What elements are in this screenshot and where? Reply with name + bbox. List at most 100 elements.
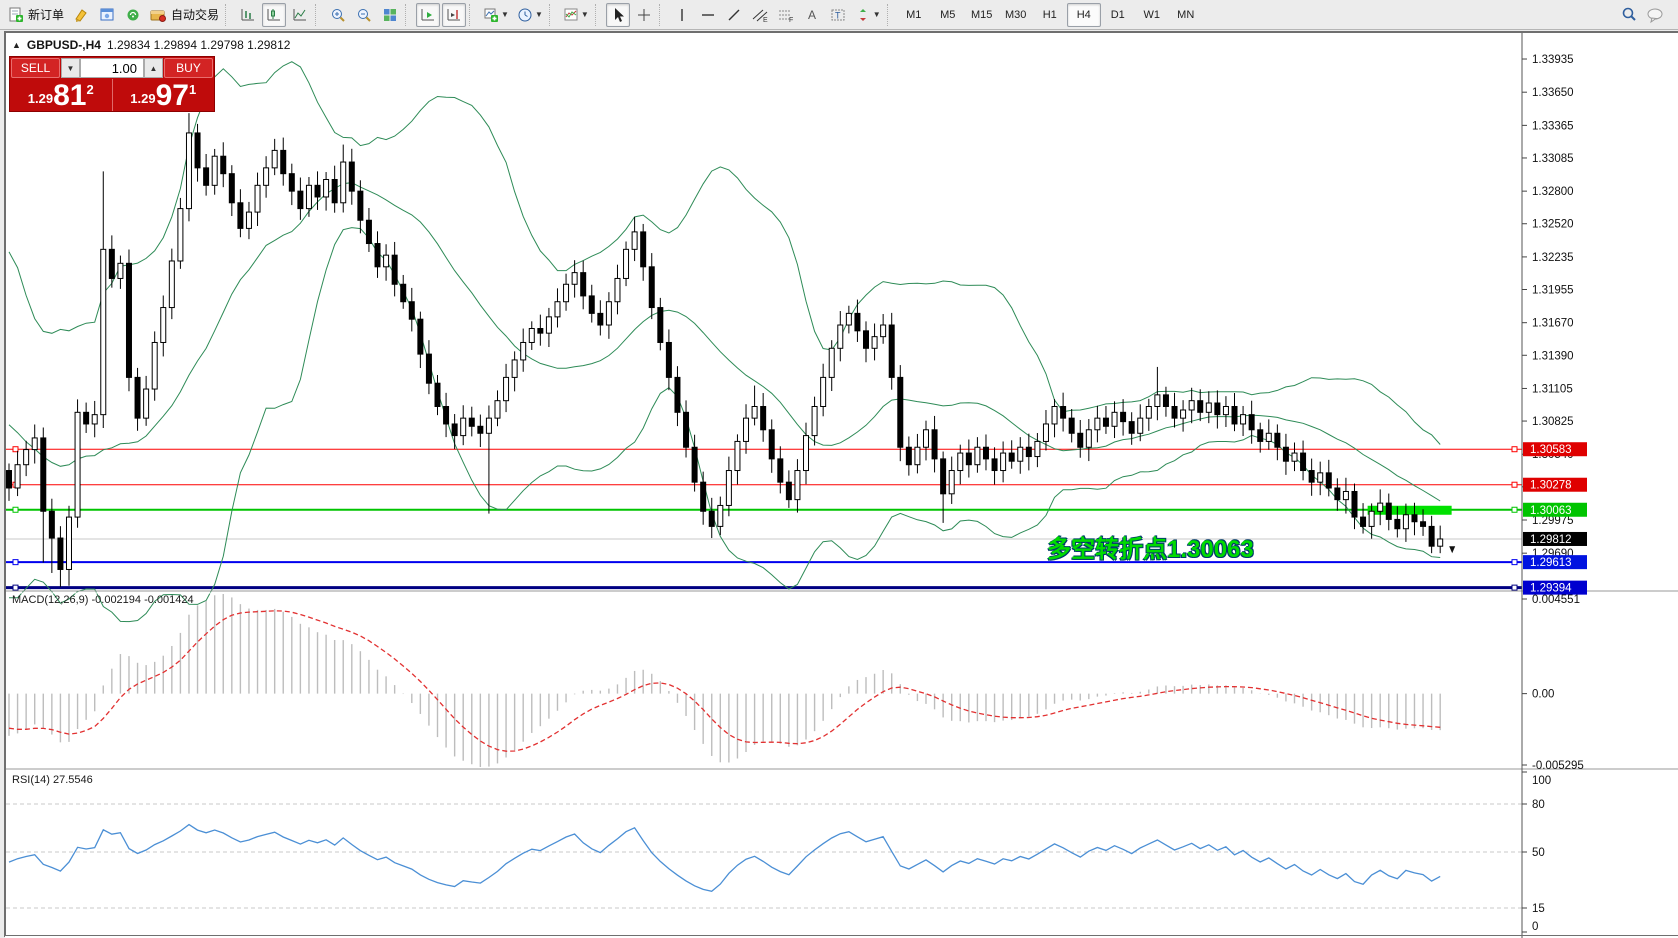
cursor-button[interactable] <box>606 3 630 27</box>
new-chart-button[interactable]: ▼ <box>480 3 512 27</box>
macd-axis-zero: 0.00 <box>1532 689 1554 701</box>
candlestick <box>298 191 303 208</box>
label-button[interactable]: T <box>826 3 850 27</box>
sell-button[interactable]: SELL <box>11 58 60 78</box>
hline-badge-label: 1.30583 <box>1530 444 1572 456</box>
chart-window: 1.339351.336501.333651.330851.328001.325… <box>4 31 1678 937</box>
candlestick <box>324 180 329 197</box>
market-window-button[interactable] <box>95 3 119 27</box>
candlestick <box>306 185 311 208</box>
volume-increase-button[interactable]: ▲ <box>144 58 163 78</box>
text-icon: A <box>805 7 819 23</box>
autotrading-label: 自动交易 <box>171 6 219 23</box>
bar-chart-button[interactable] <box>236 3 260 27</box>
candlestick <box>1301 453 1306 470</box>
rsi-axis-label: 100 <box>1532 775 1551 787</box>
fibonacci-button[interactable]: F <box>774 3 798 27</box>
chevron-down-icon: ▼ <box>535 10 543 19</box>
price-tick-label: 1.30825 <box>1532 416 1574 428</box>
price-tick-label: 1.31105 <box>1532 383 1573 395</box>
candlestick <box>872 337 877 349</box>
fibonacci-icon: F <box>777 7 795 23</box>
buy-price[interactable]: 1.29 97 1 <box>113 79 215 111</box>
rsi-axis-label: 80 <box>1532 799 1545 811</box>
candlestick-chart-button[interactable] <box>262 3 286 27</box>
new-order-button[interactable]: 新订单 <box>5 3 67 27</box>
candlestick <box>1095 418 1100 430</box>
shapes-arrows-icon <box>855 7 871 23</box>
candlestick <box>1223 407 1228 415</box>
sell-price[interactable]: 1.29 81 2 <box>10 79 113 111</box>
autoscroll-button[interactable] <box>416 3 440 27</box>
candlestick <box>461 418 466 435</box>
vertical-line-button[interactable] <box>670 3 694 27</box>
volume-decrease-button[interactable]: ▼ <box>61 58 80 78</box>
autotrading-button[interactable]: 自动交易 <box>147 3 222 27</box>
candlestick <box>958 453 963 470</box>
candlestick <box>1078 433 1083 447</box>
toolbar-separator <box>469 4 477 26</box>
line-anchor <box>1512 507 1517 512</box>
zoom-in-button[interactable] <box>326 3 350 27</box>
crosshair-icon <box>636 7 652 23</box>
new-chart-icon <box>483 7 499 23</box>
timeframe-m5-button[interactable]: M5 <box>931 3 965 27</box>
candlestick <box>898 377 903 447</box>
candlestick <box>1112 412 1117 426</box>
buy-button[interactable]: BUY <box>164 58 213 78</box>
chart-shift-button[interactable] <box>442 3 466 27</box>
annotation-text[interactable]: 多空转折点1.30063 <box>1047 529 1254 564</box>
crosshair-button[interactable] <box>632 3 656 27</box>
line-anchor <box>13 507 18 512</box>
candlestick <box>478 426 483 433</box>
candlestick <box>469 418 474 426</box>
equidistant-channel-button[interactable]: E <box>748 3 772 27</box>
line-chart-button[interactable] <box>288 3 312 27</box>
search-button[interactable] <box>1617 3 1641 27</box>
candlestick <box>7 471 12 488</box>
timeframe-m30-button[interactable]: M30 <box>999 3 1033 27</box>
timeframe-m15-button[interactable]: M15 <box>965 3 999 27</box>
trendline-button[interactable] <box>722 3 746 27</box>
candlestick <box>272 150 277 167</box>
price-tick-label: 1.33365 <box>1532 120 1574 132</box>
timeframe-w1-button[interactable]: W1 <box>1135 3 1169 27</box>
tile-windows-button[interactable] <box>378 3 402 27</box>
timeframe-m1-button[interactable]: M1 <box>897 3 931 27</box>
timeframe-mn-button[interactable]: MN <box>1169 3 1203 27</box>
shapes-button[interactable]: ▼ <box>852 3 884 27</box>
timeframe-d1-button[interactable]: D1 <box>1101 3 1135 27</box>
volume-input[interactable] <box>80 58 144 78</box>
autotrading-icon <box>150 7 167 23</box>
chevron-down-icon: ▼ <box>873 10 881 19</box>
candlestick <box>1292 453 1297 461</box>
candlestick <box>435 383 440 406</box>
periods-button[interactable]: ▼ <box>514 3 546 27</box>
candlestick <box>246 212 251 228</box>
chart-canvas[interactable]: 1.339351.336501.333651.330851.328001.325… <box>5 32 1678 938</box>
indicators-button[interactable]: ▼ <box>560 3 592 27</box>
text-button[interactable]: A <box>800 3 824 27</box>
candlestick-chart-icon <box>266 7 282 23</box>
candlestick <box>341 162 346 203</box>
line-chart-icon <box>292 7 308 23</box>
highlighter-button[interactable] <box>69 3 93 27</box>
toolbar-separator <box>887 4 895 26</box>
candlestick <box>889 325 894 377</box>
candlestick <box>418 319 423 354</box>
candlestick <box>84 412 89 424</box>
signal-button[interactable] <box>121 3 145 27</box>
candlestick <box>75 412 80 517</box>
candlestick <box>546 317 551 333</box>
zoom-out-button[interactable] <box>352 3 376 27</box>
collapse-arrow-icon[interactable]: ▲ <box>12 40 21 50</box>
candlestick <box>375 244 380 267</box>
candlestick <box>555 302 560 317</box>
chat-button[interactable] <box>1643 3 1669 27</box>
svg-text:A: A <box>808 8 816 22</box>
timeframe-h4-button[interactable]: H4 <box>1067 3 1101 27</box>
candlestick <box>49 511 54 538</box>
candlestick <box>1335 488 1340 500</box>
horizontal-line-button[interactable] <box>696 3 720 27</box>
timeframe-h1-button[interactable]: H1 <box>1033 3 1067 27</box>
